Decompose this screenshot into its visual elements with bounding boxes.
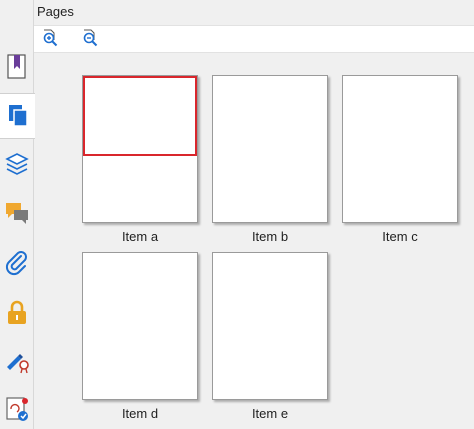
page-thumbnail[interactable]: Item d bbox=[82, 252, 198, 422]
page-thumbnail[interactable]: Item a bbox=[82, 75, 198, 245]
panel-title: Pages bbox=[37, 4, 74, 19]
page-label: Item c bbox=[382, 229, 418, 244]
page-thumbnail[interactable]: Item b bbox=[212, 75, 328, 245]
visible-area-indicator[interactable] bbox=[83, 76, 197, 156]
sidebar-item-bookmarks[interactable] bbox=[0, 44, 34, 90]
sidebar-item-comments[interactable] bbox=[0, 190, 34, 236]
page-label: Item b bbox=[251, 229, 289, 244]
pages-toolbar bbox=[34, 25, 474, 53]
sidebar-item-attachments[interactable] bbox=[0, 240, 34, 286]
zoom-in-icon bbox=[41, 29, 59, 52]
page-thumbnail[interactable]: Item e bbox=[212, 252, 328, 422]
sidebar-item-pages[interactable] bbox=[0, 93, 35, 139]
zoom-out-button[interactable] bbox=[80, 29, 100, 52]
zoom-in-button[interactable] bbox=[40, 29, 60, 52]
zoom-out-icon bbox=[81, 29, 99, 52]
bookmark-icon bbox=[6, 54, 28, 80]
page-thumbnail[interactable]: Item c bbox=[342, 75, 458, 245]
sidebar-item-certificates[interactable] bbox=[0, 386, 34, 429]
page-preview[interactable] bbox=[212, 75, 328, 223]
layers-icon bbox=[4, 152, 30, 176]
sidebar bbox=[0, 0, 35, 429]
pages-icon bbox=[7, 104, 29, 128]
certificate-icon bbox=[4, 395, 30, 423]
sidebar-item-security[interactable] bbox=[0, 290, 34, 336]
lock-icon bbox=[6, 300, 28, 326]
page-label: Item e bbox=[251, 406, 289, 421]
page-preview[interactable] bbox=[342, 75, 458, 223]
page-preview[interactable] bbox=[212, 252, 328, 400]
sidebar-item-layers[interactable] bbox=[0, 141, 34, 187]
sidebar-item-signatures[interactable] bbox=[0, 338, 34, 384]
comments-icon bbox=[4, 201, 30, 225]
signature-icon bbox=[4, 348, 30, 374]
page-preview[interactable] bbox=[82, 252, 198, 400]
page-label: Item a bbox=[121, 229, 159, 244]
page-preview[interactable] bbox=[82, 75, 198, 223]
page-label: Item d bbox=[121, 406, 159, 421]
attachment-icon bbox=[5, 250, 29, 276]
